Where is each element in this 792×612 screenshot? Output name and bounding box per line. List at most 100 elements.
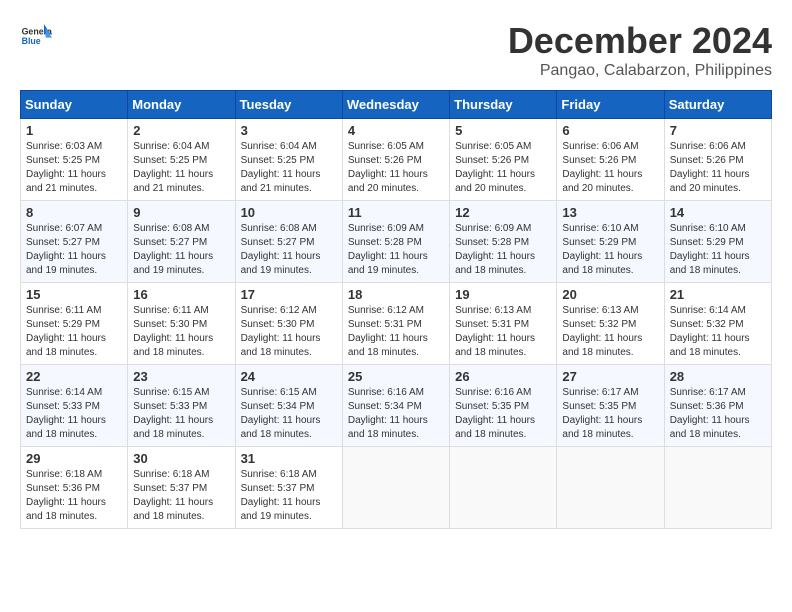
calendar-cell: 23 Sunrise: 6:15 AM Sunset: 5:33 PM Dayl…: [128, 365, 235, 447]
calendar-cell: [664, 447, 771, 529]
day-number: 13: [562, 205, 658, 220]
logo-icon: General Blue: [20, 20, 52, 52]
calendar-cell: 21 Sunrise: 6:14 AM Sunset: 5:32 PM Dayl…: [664, 283, 771, 365]
day-number: 6: [562, 123, 658, 138]
calendar-cell: 29 Sunrise: 6:18 AM Sunset: 5:36 PM Dayl…: [21, 447, 128, 529]
day-number: 21: [670, 287, 766, 302]
weekday-header-friday: Friday: [557, 91, 664, 119]
calendar-table: SundayMondayTuesdayWednesdayThursdayFrid…: [20, 90, 772, 529]
day-info: Sunrise: 6:06 AM Sunset: 5:26 PM Dayligh…: [562, 140, 658, 196]
calendar-cell: [450, 447, 557, 529]
calendar-cell: [557, 447, 664, 529]
weekday-header-monday: Monday: [128, 91, 235, 119]
calendar-cell: [342, 447, 449, 529]
logo: General Blue: [20, 20, 52, 52]
day-number: 7: [670, 123, 766, 138]
day-number: 8: [26, 205, 122, 220]
calendar-cell: 4 Sunrise: 6:05 AM Sunset: 5:26 PM Dayli…: [342, 119, 449, 201]
calendar-week-row: 22 Sunrise: 6:14 AM Sunset: 5:33 PM Dayl…: [21, 365, 772, 447]
svg-text:Blue: Blue: [22, 36, 41, 46]
calendar-cell: 17 Sunrise: 6:12 AM Sunset: 5:30 PM Dayl…: [235, 283, 342, 365]
day-info: Sunrise: 6:04 AM Sunset: 5:25 PM Dayligh…: [133, 140, 229, 196]
day-number: 23: [133, 369, 229, 384]
calendar-cell: 14 Sunrise: 6:10 AM Sunset: 5:29 PM Dayl…: [664, 201, 771, 283]
calendar-cell: 15 Sunrise: 6:11 AM Sunset: 5:29 PM Dayl…: [21, 283, 128, 365]
day-number: 9: [133, 205, 229, 220]
calendar-cell: 31 Sunrise: 6:18 AM Sunset: 5:37 PM Dayl…: [235, 447, 342, 529]
day-number: 19: [455, 287, 551, 302]
day-number: 25: [348, 369, 444, 384]
day-info: Sunrise: 6:05 AM Sunset: 5:26 PM Dayligh…: [348, 140, 444, 196]
day-info: Sunrise: 6:12 AM Sunset: 5:31 PM Dayligh…: [348, 304, 444, 360]
day-number: 20: [562, 287, 658, 302]
calendar-cell: 22 Sunrise: 6:14 AM Sunset: 5:33 PM Dayl…: [21, 365, 128, 447]
title-section: December 2024 Pangao, Calabarzon, Philip…: [508, 20, 772, 80]
calendar-cell: 30 Sunrise: 6:18 AM Sunset: 5:37 PM Dayl…: [128, 447, 235, 529]
day-info: Sunrise: 6:14 AM Sunset: 5:32 PM Dayligh…: [670, 304, 766, 360]
day-info: Sunrise: 6:07 AM Sunset: 5:27 PM Dayligh…: [26, 222, 122, 278]
day-number: 17: [241, 287, 337, 302]
day-info: Sunrise: 6:09 AM Sunset: 5:28 PM Dayligh…: [455, 222, 551, 278]
day-number: 24: [241, 369, 337, 384]
weekday-header-thursday: Thursday: [450, 91, 557, 119]
calendar-cell: 1 Sunrise: 6:03 AM Sunset: 5:25 PM Dayli…: [21, 119, 128, 201]
day-number: 26: [455, 369, 551, 384]
day-number: 31: [241, 451, 337, 466]
day-info: Sunrise: 6:18 AM Sunset: 5:37 PM Dayligh…: [241, 468, 337, 524]
weekday-header-sunday: Sunday: [21, 91, 128, 119]
calendar-cell: 2 Sunrise: 6:04 AM Sunset: 5:25 PM Dayli…: [128, 119, 235, 201]
calendar-cell: 12 Sunrise: 6:09 AM Sunset: 5:28 PM Dayl…: [450, 201, 557, 283]
calendar-week-row: 29 Sunrise: 6:18 AM Sunset: 5:36 PM Dayl…: [21, 447, 772, 529]
day-info: Sunrise: 6:14 AM Sunset: 5:33 PM Dayligh…: [26, 386, 122, 442]
calendar-cell: 25 Sunrise: 6:16 AM Sunset: 5:34 PM Dayl…: [342, 365, 449, 447]
location-subtitle: Pangao, Calabarzon, Philippines: [508, 62, 772, 80]
day-number: 4: [348, 123, 444, 138]
day-number: 3: [241, 123, 337, 138]
day-number: 18: [348, 287, 444, 302]
calendar-cell: 26 Sunrise: 6:16 AM Sunset: 5:35 PM Dayl…: [450, 365, 557, 447]
day-number: 30: [133, 451, 229, 466]
day-info: Sunrise: 6:12 AM Sunset: 5:30 PM Dayligh…: [241, 304, 337, 360]
calendar-cell: 7 Sunrise: 6:06 AM Sunset: 5:26 PM Dayli…: [664, 119, 771, 201]
day-info: Sunrise: 6:05 AM Sunset: 5:26 PM Dayligh…: [455, 140, 551, 196]
day-info: Sunrise: 6:11 AM Sunset: 5:30 PM Dayligh…: [133, 304, 229, 360]
day-info: Sunrise: 6:18 AM Sunset: 5:37 PM Dayligh…: [133, 468, 229, 524]
day-info: Sunrise: 6:16 AM Sunset: 5:34 PM Dayligh…: [348, 386, 444, 442]
calendar-cell: 8 Sunrise: 6:07 AM Sunset: 5:27 PM Dayli…: [21, 201, 128, 283]
day-info: Sunrise: 6:13 AM Sunset: 5:32 PM Dayligh…: [562, 304, 658, 360]
calendar-cell: 11 Sunrise: 6:09 AM Sunset: 5:28 PM Dayl…: [342, 201, 449, 283]
day-info: Sunrise: 6:08 AM Sunset: 5:27 PM Dayligh…: [241, 222, 337, 278]
day-number: 2: [133, 123, 229, 138]
calendar-cell: 20 Sunrise: 6:13 AM Sunset: 5:32 PM Dayl…: [557, 283, 664, 365]
calendar-week-row: 8 Sunrise: 6:07 AM Sunset: 5:27 PM Dayli…: [21, 201, 772, 283]
day-number: 15: [26, 287, 122, 302]
day-info: Sunrise: 6:16 AM Sunset: 5:35 PM Dayligh…: [455, 386, 551, 442]
weekday-header-saturday: Saturday: [664, 91, 771, 119]
calendar-cell: 19 Sunrise: 6:13 AM Sunset: 5:31 PM Dayl…: [450, 283, 557, 365]
calendar-cell: 16 Sunrise: 6:11 AM Sunset: 5:30 PM Dayl…: [128, 283, 235, 365]
calendar-cell: 24 Sunrise: 6:15 AM Sunset: 5:34 PM Dayl…: [235, 365, 342, 447]
day-number: 27: [562, 369, 658, 384]
day-info: Sunrise: 6:04 AM Sunset: 5:25 PM Dayligh…: [241, 140, 337, 196]
day-info: Sunrise: 6:13 AM Sunset: 5:31 PM Dayligh…: [455, 304, 551, 360]
month-title: December 2024: [508, 20, 772, 62]
day-info: Sunrise: 6:10 AM Sunset: 5:29 PM Dayligh…: [562, 222, 658, 278]
weekday-header-wednesday: Wednesday: [342, 91, 449, 119]
day-info: Sunrise: 6:10 AM Sunset: 5:29 PM Dayligh…: [670, 222, 766, 278]
day-info: Sunrise: 6:17 AM Sunset: 5:36 PM Dayligh…: [670, 386, 766, 442]
day-info: Sunrise: 6:11 AM Sunset: 5:29 PM Dayligh…: [26, 304, 122, 360]
day-number: 22: [26, 369, 122, 384]
calendar-cell: 6 Sunrise: 6:06 AM Sunset: 5:26 PM Dayli…: [557, 119, 664, 201]
day-number: 16: [133, 287, 229, 302]
day-info: Sunrise: 6:18 AM Sunset: 5:36 PM Dayligh…: [26, 468, 122, 524]
calendar-cell: 18 Sunrise: 6:12 AM Sunset: 5:31 PM Dayl…: [342, 283, 449, 365]
day-info: Sunrise: 6:15 AM Sunset: 5:34 PM Dayligh…: [241, 386, 337, 442]
calendar-cell: 13 Sunrise: 6:10 AM Sunset: 5:29 PM Dayl…: [557, 201, 664, 283]
calendar-cell: 27 Sunrise: 6:17 AM Sunset: 5:35 PM Dayl…: [557, 365, 664, 447]
day-info: Sunrise: 6:17 AM Sunset: 5:35 PM Dayligh…: [562, 386, 658, 442]
calendar-cell: 3 Sunrise: 6:04 AM Sunset: 5:25 PM Dayli…: [235, 119, 342, 201]
day-info: Sunrise: 6:15 AM Sunset: 5:33 PM Dayligh…: [133, 386, 229, 442]
calendar-cell: 5 Sunrise: 6:05 AM Sunset: 5:26 PM Dayli…: [450, 119, 557, 201]
day-info: Sunrise: 6:09 AM Sunset: 5:28 PM Dayligh…: [348, 222, 444, 278]
calendar-cell: 10 Sunrise: 6:08 AM Sunset: 5:27 PM Dayl…: [235, 201, 342, 283]
